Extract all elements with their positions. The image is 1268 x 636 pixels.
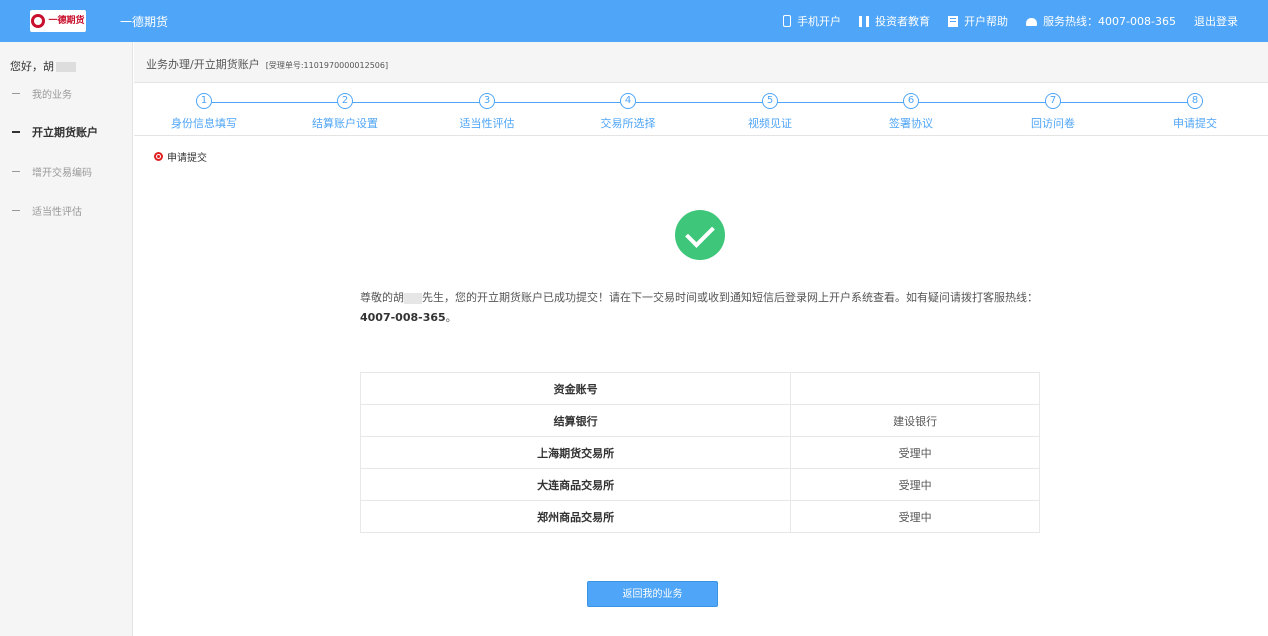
step-number: 5 [762, 93, 778, 109]
book-icon [859, 15, 870, 27]
sidebar-item-label: 我的业务 [32, 90, 72, 101]
dash-icon [12, 171, 20, 172]
step-7: 7 回访问卷 [998, 93, 1108, 131]
row-key: 郑州商品交易所 [359, 500, 792, 533]
row-key: 上海期货交易所 [359, 436, 792, 469]
message-suffix: 。 [445, 311, 457, 324]
step-label: 视频见证 [748, 117, 792, 130]
masked-name [404, 292, 422, 304]
step-8: 8 申请提交 [1140, 93, 1250, 131]
back-to-my-business-button[interactable]: 返回我的业务 [587, 581, 718, 607]
nav-label: 投资者教育 [875, 15, 931, 28]
app-title: 一德期货 [120, 15, 169, 29]
sidebar-item-suitability[interactable]: 适当性评估 [12, 203, 82, 218]
section-title-text: 申请提交 [167, 153, 207, 164]
step-label: 交易所选择 [600, 117, 656, 130]
masked-name [56, 62, 76, 72]
nav-account-help[interactable]: 开户帮助 [948, 13, 1008, 29]
row-value: 建设银行 [790, 404, 1040, 437]
row-value: 受理中 [790, 436, 1040, 469]
nav-investor-education[interactable]: 投资者教育 [859, 13, 930, 29]
sidebar-item-label: 开立期货账户 [32, 126, 98, 139]
order-number: [受理单号:1101970000012506] [265, 61, 389, 70]
breadcrumb-bar: 业务办理/开立期货账户 [受理单号:1101970000012506] [134, 42, 1268, 82]
logo-text: 一德期货 [48, 15, 85, 26]
step-label: 签署协议 [889, 117, 933, 130]
logo-mark-icon [31, 14, 46, 28]
user-greeting: 您好，胡 [10, 58, 76, 74]
account-info-table: 资金账号 结算银行 建设银行 上海期货交易所 受理中 大连商品交易所 受理中 郑… [359, 372, 1040, 533]
table-row: 郑州商品交易所 受理中 [359, 500, 1040, 533]
document-icon [948, 15, 959, 27]
table-row: 结算银行 建设银行 [359, 404, 1040, 437]
step-3: 3 适当性评估 [432, 93, 542, 131]
progress-steps: 1 身份信息填写 2 结算账户设置 3 适当性评估 4 交易所选择 5 视频见证… [134, 82, 1268, 136]
step-number: 7 [1045, 93, 1061, 109]
sidebar-item-open-futures-account[interactable]: 开立期货账户 [12, 124, 98, 140]
sidebar-item-add-trading-code[interactable]: 增开交易编码 [12, 164, 92, 179]
success-check-icon [675, 210, 725, 260]
step-label: 结算账户设置 [312, 117, 378, 130]
row-value: 受理中 [790, 500, 1040, 533]
dash-icon [12, 131, 20, 133]
table-row: 资金账号 [359, 372, 1040, 405]
dash-icon [12, 210, 20, 211]
nav-label: 服务热线：4007-008-365 [1043, 15, 1176, 28]
sidebar-item-my-business[interactable]: 我的业务 [12, 86, 72, 101]
top-header: 一德期货 一德期货 手机开户 投资者教育 开户帮助 服务热线：4007-008-… [0, 0, 1268, 42]
step-label: 适当性评估 [459, 117, 515, 130]
step-number: 6 [903, 93, 919, 109]
logout-link[interactable]: 退出登录 [1194, 13, 1238, 29]
step-6: 6 签署协议 [856, 93, 966, 131]
row-key: 结算银行 [359, 404, 792, 437]
nav-label: 开户帮助 [964, 15, 1009, 28]
phone-icon [783, 15, 792, 27]
row-value: 受理中 [790, 468, 1040, 501]
step-5: 5 视频见证 [715, 93, 825, 131]
main-content: 申请提交 尊敬的胡 先生，您的开立期货账户已成功提交！请在下一交易时间或收到通知短… [134, 136, 1268, 636]
telephone-icon [1026, 18, 1038, 26]
step-number: 1 [196, 93, 212, 109]
step-4: 4 交易所选择 [573, 93, 683, 131]
step-label: 申请提交 [1173, 117, 1217, 130]
header-nav: 手机开户 投资者教育 开户帮助 服务热线：4007-008-365 退出登录 [783, 13, 1238, 29]
row-value [790, 372, 1040, 405]
table-row: 大连商品交易所 受理中 [359, 468, 1040, 501]
nav-label: 手机开户 [797, 15, 842, 28]
nav-mobile-open[interactable]: 手机开户 [783, 13, 841, 29]
step-number: 2 [337, 93, 353, 109]
message-body: 先生，您的开立期货账户已成功提交！请在下一交易时间或收到通知短信后登录网上开户系… [422, 291, 1038, 304]
breadcrumb-path: 业务办理/开立期货账户 [146, 58, 260, 71]
breadcrumb: 业务办理/开立期货账户 [受理单号:1101970000012506] [146, 56, 388, 72]
step-number: 4 [620, 93, 636, 109]
section-title: 申请提交 [154, 149, 207, 164]
message-prefix: 尊敬的胡 [360, 291, 404, 304]
nav-label: 退出登录 [1194, 15, 1238, 28]
hotline-number: 4007-008-365 [360, 311, 446, 324]
step-number: 3 [479, 93, 495, 109]
nav-service-hotline[interactable]: 服务热线：4007-008-365 [1026, 13, 1176, 29]
radio-dot-icon [154, 152, 163, 161]
sidebar: 您好，胡 我的业务 开立期货账户 增开交易编码 适当性评估 [0, 42, 133, 636]
step-number: 8 [1187, 93, 1203, 109]
step-1: 1 身份信息填写 [149, 93, 259, 131]
row-key: 大连商品交易所 [359, 468, 792, 501]
sidebar-item-label: 增开交易编码 [32, 168, 92, 179]
company-logo[interactable]: 一德期货 [30, 10, 86, 32]
dash-icon [12, 93, 20, 94]
sidebar-item-label: 适当性评估 [32, 207, 82, 218]
step-2: 2 结算账户设置 [290, 93, 400, 131]
row-key: 资金账号 [359, 372, 792, 405]
step-label: 回访问卷 [1031, 117, 1075, 130]
success-message: 尊敬的胡 先生，您的开立期货账户已成功提交！请在下一交易时间或收到通知短信后登录网… [360, 288, 1040, 328]
table-row: 上海期货交易所 受理中 [359, 436, 1040, 469]
greeting-text: 您好，胡 [10, 60, 54, 73]
step-label: 身份信息填写 [171, 117, 237, 130]
